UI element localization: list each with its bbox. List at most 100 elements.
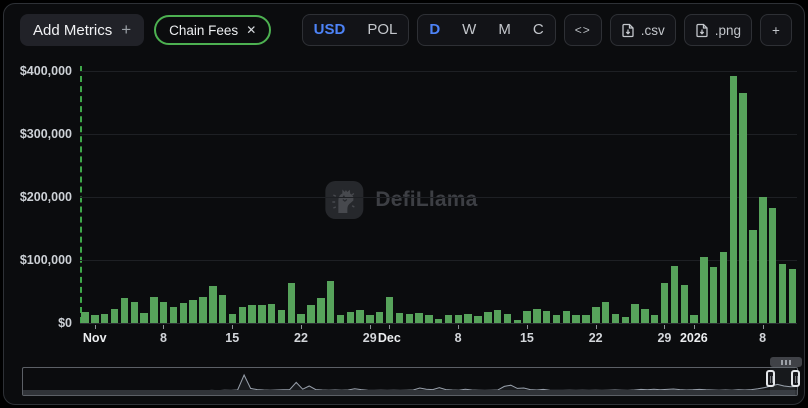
bar[interactable] [730,76,737,323]
bar[interactable] [327,281,334,323]
bar[interactable] [612,314,619,323]
bar[interactable] [268,304,275,323]
bar[interactable] [651,315,658,323]
bar[interactable] [160,302,167,323]
bar[interactable] [209,286,216,323]
x-axis-tick [527,325,528,329]
bar[interactable] [671,266,678,323]
bar[interactable] [258,305,265,323]
bar[interactable] [720,252,727,323]
bar[interactable] [464,314,471,323]
bar[interactable] [514,320,521,323]
bar[interactable] [248,305,255,323]
bar[interactable] [317,298,324,323]
bar[interactable] [690,315,697,323]
x-axis-tick [95,325,96,329]
bar[interactable] [239,307,246,323]
bar[interactable] [111,309,118,323]
bar[interactable] [297,314,304,323]
bar[interactable] [278,310,285,323]
bar[interactable] [739,93,746,323]
bar[interactable] [769,208,776,323]
bar[interactable] [563,311,570,323]
bar[interactable] [474,316,481,323]
bar[interactable] [229,314,236,323]
bar[interactable] [749,230,756,323]
x-axis-label: 22 [294,331,308,345]
bar[interactable] [435,319,442,323]
bar[interactable] [131,302,138,323]
fees-bar-chart: $0$100,000$200,000$300,000$400,000Nov815… [4,4,805,405]
bar[interactable] [759,197,766,323]
x-axis-tick [694,325,695,329]
bar[interactable] [337,315,344,323]
bar[interactable] [199,297,206,323]
bar[interactable] [641,309,648,323]
bar[interactable] [681,285,688,323]
bar[interactable] [406,314,413,323]
bar[interactable] [288,283,295,323]
chart-widget-card: Add Metrics + Chain Fees ✕ USD POL D W M… [3,3,805,405]
x-axis-tick [301,325,302,329]
bar[interactable] [494,310,501,323]
x-axis-label: 8 [759,331,766,345]
bar[interactable] [180,303,187,323]
bar[interactable] [376,312,383,323]
bar[interactable] [533,309,540,323]
bar[interactable] [592,307,599,323]
bar[interactable] [779,264,786,323]
x-axis-tick [370,325,371,329]
x-axis-label: Nov [83,331,107,345]
bar[interactable] [356,310,363,323]
x-axis-label: 15 [225,331,239,345]
bar[interactable] [81,312,88,323]
y-axis-label: $400,000 [6,64,72,78]
bar[interactable] [189,300,196,323]
bar[interactable] [602,302,609,323]
bar[interactable] [307,305,314,323]
bar[interactable] [543,311,550,323]
bar[interactable] [347,312,354,323]
gridline [80,323,797,324]
bar[interactable] [219,295,226,323]
bar[interactable] [91,315,98,323]
bar[interactable] [445,315,452,323]
bar[interactable] [523,311,530,323]
bar[interactable] [425,315,432,323]
x-axis-tick [664,325,665,329]
bar[interactable] [386,297,393,323]
bar[interactable] [455,315,462,323]
x-axis-label: 2026 [680,331,708,345]
zoom-handle-left[interactable] [766,370,775,387]
x-axis-tick [389,325,390,329]
bar[interactable] [631,304,638,323]
x-axis-tick [596,325,597,329]
gridline [80,134,797,135]
bar[interactable] [572,315,579,323]
bar[interactable] [553,315,560,323]
range-start-dashed-line [80,66,82,323]
gridline [80,71,797,72]
bar[interactable] [396,313,403,323]
bar[interactable] [710,267,717,323]
bar[interactable] [121,298,128,323]
bar[interactable] [484,312,491,323]
bar[interactable] [140,313,147,323]
x-axis-tick [232,325,233,329]
bar[interactable] [661,283,668,323]
bar[interactable] [622,317,629,323]
bar[interactable] [582,315,589,323]
bar[interactable] [150,297,157,323]
bar[interactable] [170,307,177,323]
x-axis-label: 8 [455,331,462,345]
bar[interactable] [700,257,707,323]
bar[interactable] [101,314,108,323]
bar[interactable] [789,269,796,323]
bar[interactable] [366,315,373,323]
data-zoom-slider[interactable] [22,367,798,396]
slider-rail [23,390,797,395]
zoom-handle-right[interactable] [791,370,800,387]
bar[interactable] [415,313,422,323]
y-axis-label: $300,000 [6,127,72,141]
bar[interactable] [504,314,511,323]
